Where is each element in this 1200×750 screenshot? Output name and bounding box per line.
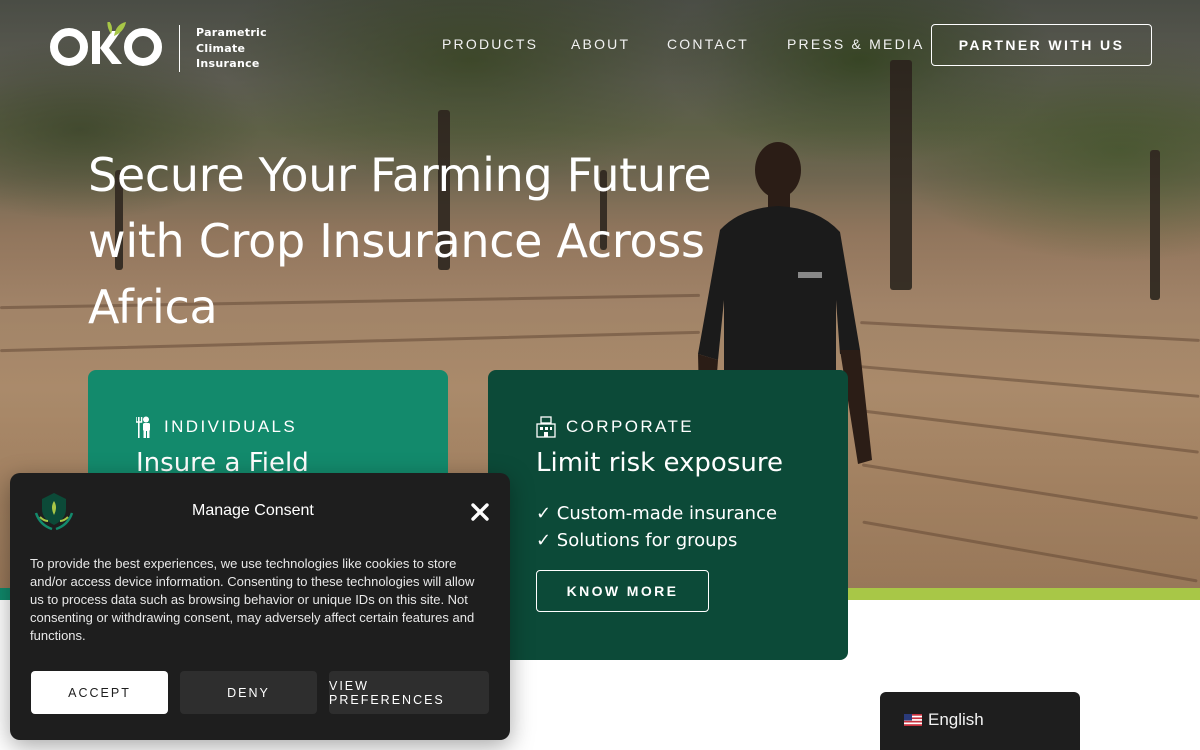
corporate-bullets: ✓ Custom-made insurance ✓ Solutions for …	[536, 500, 777, 554]
deny-button[interactable]: DENY	[180, 671, 317, 714]
know-more-button[interactable]: KNOW MORE	[536, 570, 709, 612]
corporate-label: CORPORATE	[566, 417, 695, 436]
nav-press-media[interactable]: PRESS & MEDIA	[787, 36, 925, 52]
nav-contact[interactable]: CONTACT	[667, 36, 749, 52]
consent-logo-icon	[34, 493, 74, 531]
headline-line: Secure Your Farming Future	[88, 148, 712, 202]
oko-logo[interactable]	[48, 22, 168, 72]
bullet-item: ✓ Custom-made insurance	[536, 503, 778, 524]
accept-button[interactable]: ACCEPT	[31, 671, 168, 714]
tagline-line: Climate	[196, 41, 246, 55]
individuals-label: INDIVIDUALS	[164, 417, 298, 436]
partner-with-us-button[interactable]: PARTNER WITH US	[931, 24, 1152, 66]
language-switcher[interactable]: English	[880, 692, 1080, 750]
nav-products[interactable]: PRODUCTS	[442, 36, 538, 52]
us-flag-icon	[904, 714, 922, 726]
corporate-card: CORPORATE Limit risk exposure ✓ Custom-m…	[488, 370, 848, 660]
logo-divider	[179, 25, 180, 72]
close-icon[interactable]	[469, 501, 491, 523]
view-preferences-button[interactable]: VIEW PREFERENCES	[329, 671, 489, 714]
corporate-title: Limit risk exposure	[536, 448, 783, 478]
language-label: English	[928, 710, 984, 729]
farmer-icon	[136, 416, 150, 438]
consent-modal: Manage Consent To provide the best exper…	[10, 473, 510, 740]
consent-text: To provide the best experiences, we use …	[30, 556, 475, 643]
headline-line: Africa	[88, 280, 218, 334]
consent-title: Manage Consent	[192, 502, 314, 519]
headline-line: with Crop Insurance Across	[88, 214, 705, 268]
hero-headline: Secure Your Farming Future with Crop Ins…	[88, 142, 788, 340]
building-icon	[536, 416, 556, 438]
brand-tagline: Parametric Climate Insurance	[196, 25, 267, 72]
tagline-line: Insurance	[196, 57, 260, 70]
bullet-item: ✓ Solutions for groups	[536, 530, 738, 551]
nav-about[interactable]: ABOUT	[571, 36, 630, 52]
tagline-line: Parametric	[196, 26, 267, 39]
